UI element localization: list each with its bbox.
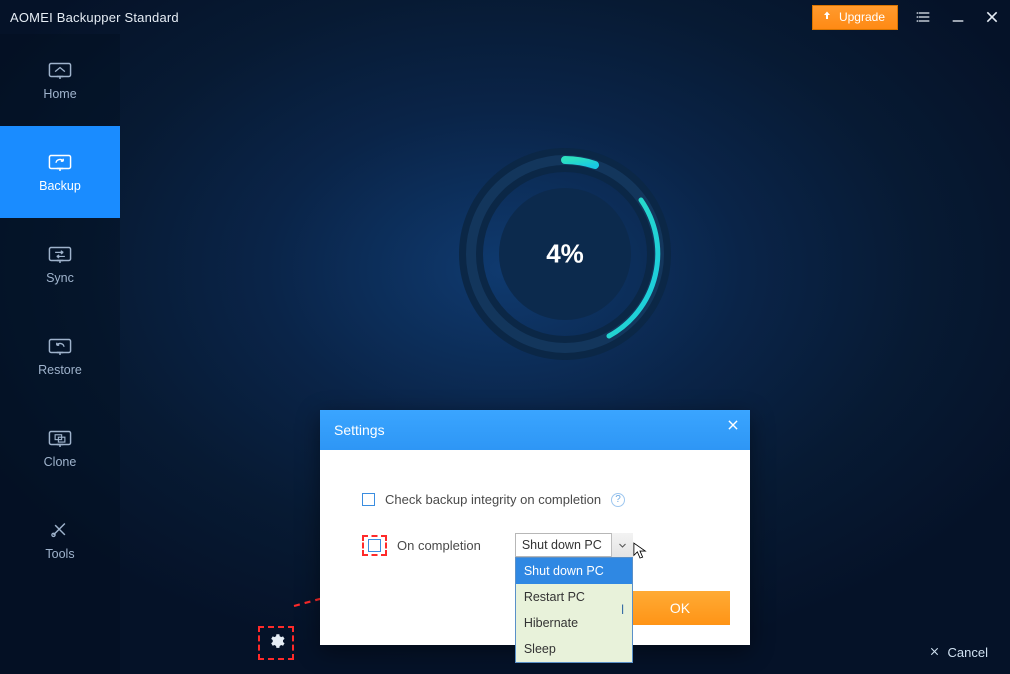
- clone-icon: [47, 427, 73, 449]
- on-completion-dropdown: Shut down PC Restart PC Hibernate Sleep: [515, 557, 633, 663]
- help-icon[interactable]: ?: [611, 493, 625, 507]
- close-small-icon: [929, 645, 940, 660]
- on-completion-label: On completion: [397, 538, 481, 553]
- settings-dialog: Settings Check backup integrity on compl…: [320, 410, 750, 645]
- settings-gear-button[interactable]: [258, 626, 294, 660]
- close-icon[interactable]: [984, 9, 1000, 25]
- titlebar-right: Upgrade: [812, 0, 1000, 34]
- sidebar-item-backup[interactable]: Backup: [0, 126, 120, 218]
- tools-icon: [47, 519, 73, 541]
- home-icon: [47, 59, 73, 81]
- annotation-highlight-checkbox: [362, 535, 387, 556]
- title-bar: AOMEI Backupper Standard Upgrade: [0, 0, 1010, 34]
- sidebar-item-label: Backup: [39, 179, 81, 193]
- window-title: AOMEI Backupper Standard: [10, 10, 179, 25]
- restore-icon: [47, 335, 73, 357]
- chevron-down-icon: [611, 533, 633, 557]
- sidebar-item-home[interactable]: Home: [0, 34, 120, 126]
- sidebar-item-clone[interactable]: Clone: [0, 402, 120, 494]
- sidebar-item-restore[interactable]: Restore: [0, 310, 120, 402]
- app-root: AOMEI Backupper Standard Upgrade Home: [0, 0, 1010, 674]
- option-shut-down[interactable]: Shut down PC: [516, 558, 632, 584]
- backup-icon: [47, 151, 73, 173]
- upgrade-icon: [821, 10, 833, 25]
- sidebar-item-tools[interactable]: Tools: [0, 494, 120, 586]
- option-sleep[interactable]: Sleep: [516, 636, 632, 662]
- cancel-button[interactable]: Cancel: [929, 645, 988, 660]
- sidebar-item-label: Sync: [46, 271, 74, 285]
- on-completion-checkbox[interactable]: [368, 539, 381, 552]
- dialog-cancel-peek: l: [621, 602, 624, 617]
- check-integrity-label: Check backup integrity on completion: [385, 492, 601, 507]
- gear-icon: [267, 632, 285, 655]
- dialog-close-button[interactable]: [726, 418, 740, 435]
- menu-list-icon[interactable]: [916, 9, 932, 25]
- sidebar-item-label: Restore: [38, 363, 82, 377]
- cancel-label: Cancel: [948, 645, 988, 660]
- check-integrity-row: Check backup integrity on completion ?: [362, 492, 720, 507]
- on-completion-row: On completion Shut down PC Shut down PC …: [362, 533, 720, 557]
- option-restart[interactable]: Restart PC: [516, 584, 632, 610]
- sidebar-item-label: Home: [43, 87, 76, 101]
- sidebar-item-label: Tools: [45, 547, 74, 561]
- check-integrity-checkbox[interactable]: [362, 493, 375, 506]
- dialog-body: Check backup integrity on completion ? O…: [320, 450, 750, 581]
- progress-ring: 4%: [455, 144, 675, 364]
- upgrade-button[interactable]: Upgrade: [812, 5, 898, 30]
- sidebar-item-label: Clone: [44, 455, 77, 469]
- minimize-icon[interactable]: [950, 9, 966, 25]
- dialog-title: Settings: [334, 422, 385, 438]
- ok-button[interactable]: OK: [630, 591, 730, 625]
- sync-icon: [47, 243, 73, 265]
- mouse-cursor-icon: [633, 542, 647, 563]
- on-completion-select[interactable]: Shut down PC Shut down PC Restart PC Hib…: [515, 533, 633, 557]
- progress-percent: 4%: [455, 239, 675, 270]
- dialog-titlebar: Settings: [320, 410, 750, 450]
- sidebar: Home Backup Sync Restore Clone Tools: [0, 34, 120, 674]
- option-hibernate[interactable]: Hibernate: [516, 610, 632, 636]
- sidebar-item-sync[interactable]: Sync: [0, 218, 120, 310]
- upgrade-label: Upgrade: [839, 10, 885, 24]
- close-icon: [726, 418, 740, 432]
